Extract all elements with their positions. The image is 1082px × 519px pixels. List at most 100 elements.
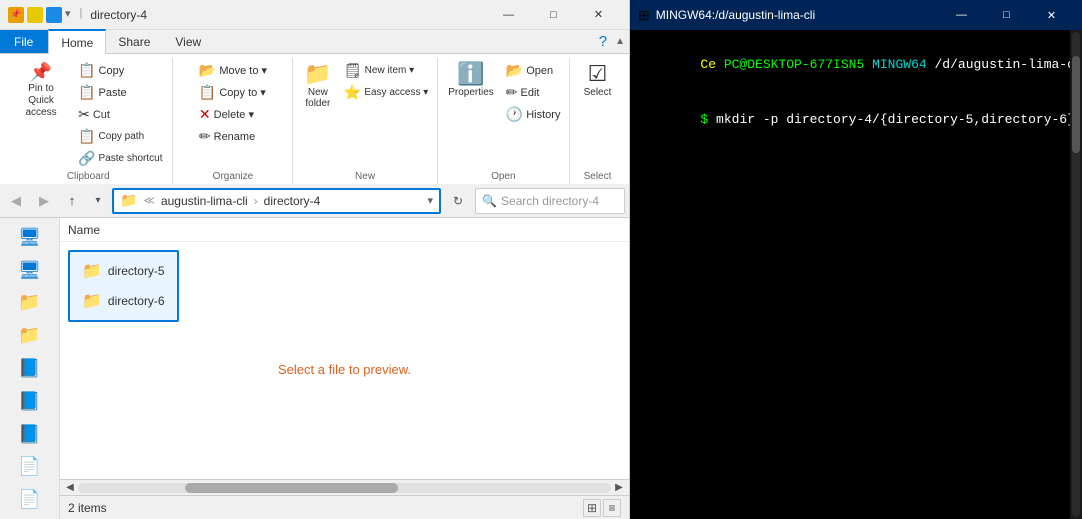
edit-button[interactable]: ✏ Edit [502,82,565,103]
close-button[interactable]: ✕ [576,0,621,30]
address-chevron-icon[interactable]: ▾ [427,194,433,207]
terminal-scrollbar[interactable] [1070,30,1082,519]
copy-icon: 📋 [78,62,95,79]
terminal-body[interactable]: Ce PC@DESKTOP-677ISN5 MINGW64 /d/augusti… [630,30,1070,519]
new-item-label: New item ▾ [365,65,414,76]
new-folder-button[interactable]: 📁 Newfolder [298,60,338,112]
search-box[interactable]: 🔍 Search directory-4 [475,188,625,214]
title-bar-icons: 📌 ▾ | [8,7,82,23]
ribbon-collapse-button[interactable]: ▲ [615,36,625,47]
edit-icon: ✏ [506,84,518,101]
delete-icon: ✕ [199,106,211,123]
organize-group: 📂 Move to ▾ 📋 Copy to ▾ ✕ Delete ▾ ✏ Ren… [173,58,293,184]
paste-shortcut-button[interactable]: 🔗 Paste shortcut [74,148,166,169]
address-current: directory-4 [264,194,321,208]
paste-shortcut-label: Paste shortcut [99,153,163,164]
tab-view[interactable]: View [163,30,214,53]
minimize-button[interactable]: — [486,0,531,30]
column-header: Name [60,218,629,242]
terminal-window: ⊞ MINGW64:/d/augustin-lima-cli — □ ✕ Ce … [630,0,1082,519]
tab-share[interactable]: Share [106,30,163,53]
list-view-button[interactable]: ≡ [603,499,621,517]
pin-to-quick-access-button[interactable]: 📌 Pin to Quickaccess [10,60,72,122]
up-button[interactable]: ↑ [60,189,84,213]
copy-to-button[interactable]: 📋 Copy to ▾ [195,82,271,103]
copy-path-label: Copy path [99,131,145,142]
sidebar-item-folder5[interactable]: 📘 [5,419,55,450]
forward-button[interactable]: ▶ [32,189,56,213]
properties-label: Properties [448,87,494,98]
sidebar-item-folder7[interactable]: 📄 [5,484,55,515]
new-small-buttons: 🗒 New item ▾ ⭐ Easy access ▾ [340,60,432,103]
terminal-user: PC@DESKTOP-677ISN5 [724,57,864,72]
help-button[interactable]: ? [599,33,607,50]
cut-button[interactable]: ✂ Cut [74,104,166,125]
new-item-button[interactable]: 🗒 New item ▾ [340,60,432,81]
paste-button[interactable]: 📋 Paste [74,82,166,103]
list-item[interactable]: 📁 directory-5 [76,258,171,284]
new-group: 📁 Newfolder 🗒 New item ▾ ⭐ Easy access ▾… [293,58,437,184]
refresh-button[interactable]: ↻ [445,188,471,214]
copy-path-icon: 📋 [78,128,95,145]
paste-label: Paste [99,87,127,99]
recent-locations-button[interactable]: ▾ [88,191,108,211]
dropdown-arrow-icon: ▾ [95,195,100,206]
terminal-close-button[interactable]: ✕ [1029,0,1074,30]
scroll-left-button[interactable]: ◀ [62,480,78,496]
terminal-scroll-track [1072,32,1080,517]
delete-button[interactable]: ✕ Delete ▾ [195,104,271,125]
list-item[interactable]: 📁 directory-6 [76,288,171,314]
title-separator-bar: | [80,7,83,23]
new-label: New [299,171,430,184]
rename-button[interactable]: ✏ Rename [195,126,271,147]
pin-icon: 📌 [30,63,52,81]
terminal-minimize-button[interactable]: — [939,0,984,30]
explorer-title: directory-4 [90,8,482,22]
maximize-button[interactable]: □ [531,0,576,30]
file-list: 📁 directory-5 📁 directory-6 Select a fil… [60,242,629,479]
new-folder-label: Newfolder [305,87,330,109]
tab-home[interactable]: Home [48,29,106,54]
sidebar-item-folder4[interactable]: 📘 [5,386,55,417]
move-to-label: Move to ▾ [219,64,267,77]
scroll-right-button[interactable]: ▶ [611,480,627,496]
terminal-maximize-button[interactable]: □ [984,0,1029,30]
select-all-button[interactable]: ☑ Select [578,60,618,101]
sidebar-item-folder3[interactable]: 📘 [5,353,55,384]
properties-button[interactable]: ℹ️ Properties [442,60,500,101]
grid-view-button[interactable]: ⊞ [583,499,601,517]
paste-icon: 📋 [78,84,95,101]
move-to-button[interactable]: 📂 Move to ▾ [195,60,271,81]
horizontal-scrollbar[interactable]: ◀ ▶ [60,479,629,495]
sidebar-item-monitor[interactable]: 🖥 [5,222,55,253]
select-group-items: ☑ Select [578,58,618,171]
tab-file[interactable]: File [0,30,48,53]
file-selection-box: 📁 directory-5 📁 directory-6 [68,250,179,322]
delete-label: Delete ▾ [214,108,254,121]
back-button[interactable]: ◀ [4,189,28,213]
easy-access-button[interactable]: ⭐ Easy access ▾ [340,82,432,103]
items-count: 2 items [68,501,575,515]
pin-label: Pin to Quickaccess [16,83,66,119]
address-bar[interactable]: 📁 ≪ augustin-lima-cli › directory-4 ▾ [112,188,441,214]
terminal-scroll-thumb [1072,56,1080,153]
copy-to-icon: 📋 [199,84,216,101]
history-button[interactable]: 🕐 History [502,104,565,125]
sidebar-item-folder2[interactable]: 📁 [5,320,55,351]
copy-path-button[interactable]: 📋 Copy path [74,126,166,147]
open-button[interactable]: 📂 Open [502,60,565,81]
copy-button[interactable]: 📋 Copy [74,60,166,81]
select-label: Select [584,87,612,98]
terminal-inner: Ce PC@DESKTOP-677ISN5 MINGW64 /d/augusti… [630,30,1082,519]
sidebar-item-folder6[interactable]: 📄 [5,451,55,482]
sidebar-item-folder1[interactable]: 📁 [5,288,55,319]
organize-label: Organize [179,171,286,184]
sidebar-item-monitor2[interactable]: 🖥 [5,255,55,286]
title-icon-2 [27,7,43,23]
clipboard-label: Clipboard [10,171,166,184]
file-explorer-window: 📌 ▾ | directory-4 — □ ✕ File Home Share … [0,0,630,519]
open-small-buttons: 📂 Open ✏ Edit 🕐 History [502,60,565,125]
organize-group-items: 📂 Move to ▾ 📋 Copy to ▾ ✕ Delete ▾ ✏ Ren… [195,58,271,171]
edit-label: Edit [521,87,540,99]
ribbon-tabs: File Home Share View ? ▲ [0,30,629,54]
